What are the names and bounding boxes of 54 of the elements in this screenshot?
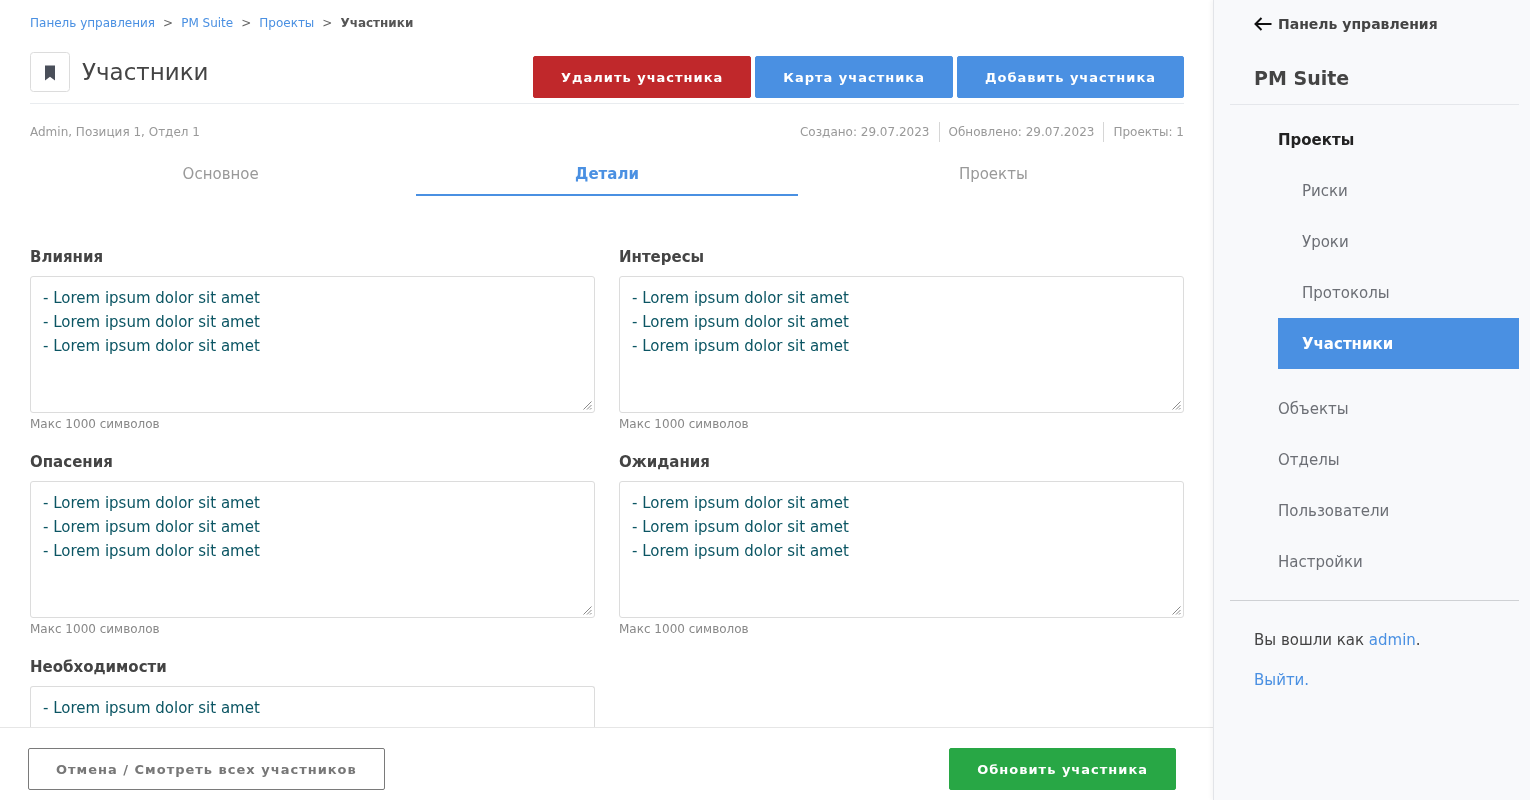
text-area[interactable]: - Lorem ipsum dolor sit amet - Lorem ipsum dolor sit amet - Lorem ipsum dolor sit amet (619, 276, 1184, 413)
logout-link[interactable]: Выйти. (1254, 669, 1310, 691)
field-label: Необходимости (30, 657, 167, 677)
submit-button[interactable]: Обновить участника (949, 748, 1176, 790)
sidebar-title: PM Suite (1254, 66, 1350, 91)
field-label: Опасения (30, 452, 113, 472)
field-label: Ожидания (619, 452, 710, 472)
nav-item[interactable]: Пользователи (1278, 485, 1390, 536)
field-label: Влияния (30, 247, 104, 267)
meta-stat: Создано: 29.07.2023 (800, 124, 930, 141)
bookmark-icon (30, 52, 70, 92)
text-area[interactable]: - Lorem ipsum dolor sit amet (30, 686, 595, 727)
login-status: Вы вошли как admin. (1254, 630, 1421, 651)
breadcrumb-link[interactable]: Проекты (259, 14, 315, 32)
breadcrumb-separator: > (322, 15, 333, 32)
nav-subitem[interactable]: Риски (1278, 165, 1519, 216)
arrow-left-icon (1254, 17, 1272, 31)
member-summary: Admin, Позиция 1, Отдел 1 (30, 124, 200, 141)
tab[interactable]: Основное (30, 156, 412, 196)
tab[interactable]: Детали (416, 156, 798, 196)
field-hint: Макс 1000 символов (619, 622, 749, 637)
nav-subitem[interactable]: Протоколы (1278, 267, 1519, 318)
text-area[interactable]: - Lorem ipsum dolor sit amet - Lorem ipsum dolor sit amet - Lorem ipsum dolor sit amet (30, 276, 595, 413)
action-button[interactable]: Карта участника (755, 56, 953, 98)
action-button[interactable]: Добавить участника (956, 56, 1184, 98)
meta-stat: Проекты: 1 (1113, 124, 1184, 141)
resize-grip-icon[interactable] (583, 606, 592, 615)
delete-button[interactable]: Удалить участника (532, 56, 752, 98)
nav-item[interactable]: Объекты (1278, 383, 1349, 434)
text-area[interactable]: - Lorem ipsum dolor sit amet - Lorem ipsum dolor sit amet - Lorem ipsum dolor sit amet (619, 481, 1184, 618)
text-area[interactable]: - Lorem ipsum dolor sit amet - Lorem ipsum dolor sit amet - Lorem ipsum dolor sit amet (30, 481, 595, 618)
breadcrumb-link[interactable]: Панель управления (30, 14, 156, 32)
meta-stat: Обновлено: 29.07.2023 (948, 124, 1095, 141)
nav-subitem[interactable]: Уроки (1278, 216, 1519, 267)
nav-item[interactable]: Проекты (1278, 114, 1355, 165)
resize-grip-icon[interactable] (1172, 401, 1181, 410)
nav-subitem[interactable]: Участники (1278, 318, 1519, 369)
nav-item[interactable]: Настройки (1278, 536, 1363, 587)
breadcrumb-link[interactable]: PM Suite (181, 14, 234, 32)
field-hint: Макс 1000 символов (30, 417, 160, 432)
breadcrumb-separator: > (241, 15, 252, 32)
nav-item[interactable]: Отделы (1278, 434, 1340, 485)
cancel-button[interactable]: Отмена / Смотреть всех участников (28, 748, 385, 790)
breadcrumb-separator: > (163, 15, 174, 32)
resize-grip-icon[interactable] (1172, 606, 1181, 615)
resize-grip-icon[interactable] (583, 401, 592, 410)
breadcrumb-text: Участники (340, 15, 414, 32)
field-hint: Макс 1000 символов (619, 417, 749, 432)
user-link[interactable]: admin (1368, 631, 1416, 649)
page-title: Участники (82, 59, 209, 85)
field-label: Интересы (619, 247, 705, 267)
back-link[interactable]: Панель управления (1254, 14, 1438, 34)
tab[interactable]: Проекты (802, 156, 1184, 196)
field-hint: Макс 1000 символов (30, 622, 160, 637)
